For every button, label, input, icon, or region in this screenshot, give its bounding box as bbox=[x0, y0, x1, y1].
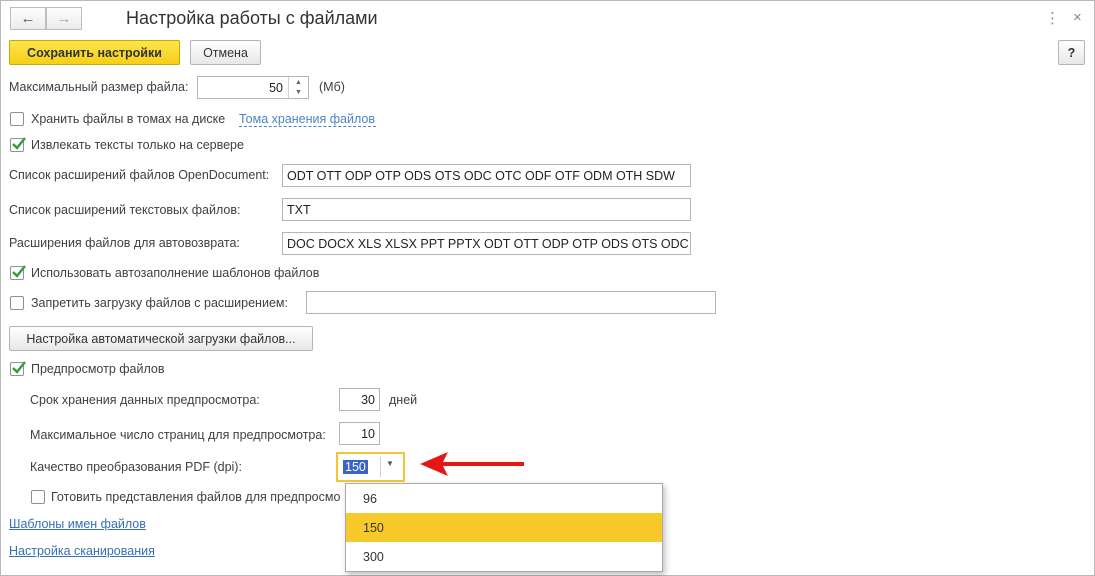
max-size-spinner[interactable]: ▲ ▼ bbox=[288, 77, 308, 98]
max-size-label: Максимальный размер файла: bbox=[9, 80, 189, 94]
cancel-button[interactable]: Отмена bbox=[190, 40, 261, 65]
volumes-link[interactable]: Тома хранения файлов bbox=[239, 112, 375, 126]
text-ext-input[interactable]: TXT bbox=[282, 198, 691, 221]
pdf-quality-select[interactable]: 150 ▼ bbox=[336, 452, 405, 482]
pdf-quality-value: 150 bbox=[343, 460, 368, 474]
extract-texts-label: Извлекать тексты только на сервере bbox=[31, 138, 244, 152]
help-button[interactable]: ? bbox=[1058, 40, 1085, 65]
max-pages-label: Максимальное число страниц для предпросм… bbox=[30, 428, 326, 442]
select-divider bbox=[380, 457, 381, 477]
opendoc-input[interactable]: ODT OTT ODP OTP ODS OTS ODC OTC ODF OTF … bbox=[282, 164, 691, 187]
prepare-label: Готовить представления файлов для предпр… bbox=[51, 490, 341, 504]
arrow-left-icon: ← bbox=[20, 10, 36, 27]
checkmark-icon bbox=[12, 137, 26, 150]
checkmark-icon bbox=[12, 361, 26, 374]
close-icon[interactable]: × bbox=[1073, 9, 1082, 26]
dropdown-option[interactable]: 300 bbox=[346, 542, 662, 571]
autoreturn-label: Расширения файлов для автовозврата: bbox=[9, 236, 240, 250]
page-title: Настройка работы с файлами bbox=[126, 8, 378, 28]
autofill-label: Использовать автозаполнение шаблонов фай… bbox=[31, 266, 320, 280]
extract-texts-checkbox[interactable] bbox=[10, 137, 26, 152]
text-ext-value: TXT bbox=[287, 202, 311, 217]
spin-up-icon[interactable]: ▲ bbox=[295, 79, 302, 86]
max-size-unit: (Мб) bbox=[319, 80, 345, 94]
autoload-settings-button[interactable]: Настройка автоматической загрузки файлов… bbox=[9, 326, 313, 351]
dropdown-option[interactable]: 96 bbox=[346, 484, 662, 513]
autofill-checkbox[interactable] bbox=[10, 265, 26, 280]
text-ext-label: Список расширений текстовых файлов: bbox=[9, 203, 241, 217]
store-in-volumes-checkbox[interactable] bbox=[10, 112, 24, 126]
chevron-down-icon[interactable]: ▼ bbox=[386, 459, 394, 468]
pdf-quality-label: Качество преобразования PDF (dpi): bbox=[30, 460, 242, 474]
dropdown-option-selected[interactable]: 150 bbox=[346, 513, 662, 542]
store-in-volumes-label: Хранить файлы в томах на диске bbox=[31, 112, 226, 126]
opendoc-label: Список расширений файлов OpenDocument: bbox=[9, 168, 270, 182]
arrow-right-icon: → bbox=[56, 10, 72, 27]
checkmark-icon bbox=[12, 265, 26, 278]
opendoc-value: ODT OTT ODP OTP ODS OTS ODC OTC ODF OTF … bbox=[287, 168, 675, 183]
templates-link[interactable]: Шаблоны имен файлов bbox=[9, 517, 146, 531]
forbid-label: Запретить загрузку файлов с расширением: bbox=[31, 296, 288, 310]
prepare-checkbox[interactable] bbox=[31, 490, 45, 504]
retention-input[interactable]: 30 bbox=[339, 388, 380, 411]
more-menu-icon[interactable]: ⋮ bbox=[1045, 9, 1060, 27]
volumes-link-underline bbox=[239, 126, 376, 127]
autoreturn-value: DOC DOCX XLS XLSX PPT PPTX ODT OTT ODP O… bbox=[287, 236, 689, 251]
spin-down-icon[interactable]: ▼ bbox=[295, 89, 302, 96]
pdf-quality-dropdown: 96 150 300 bbox=[345, 483, 663, 572]
scan-settings-link[interactable]: Настройка сканирования bbox=[9, 544, 155, 558]
save-settings-button[interactable]: Сохранить настройки bbox=[9, 40, 180, 65]
forward-button[interactable]: → bbox=[46, 7, 82, 30]
forbid-checkbox[interactable] bbox=[10, 296, 24, 310]
max-pages-value: 10 bbox=[361, 426, 375, 441]
back-button[interactable]: ← bbox=[10, 7, 46, 30]
red-arrow-icon bbox=[420, 452, 524, 476]
retention-label: Срок хранения данных предпросмотра: bbox=[30, 393, 260, 407]
max-pages-input[interactable]: 10 bbox=[339, 422, 380, 445]
forbid-input[interactable] bbox=[306, 291, 716, 314]
preview-label: Предпросмотр файлов bbox=[31, 362, 165, 376]
autoreturn-input[interactable]: DOC DOCX XLS XLSX PPT PPTX ODT OTT ODP O… bbox=[282, 232, 691, 255]
preview-checkbox[interactable] bbox=[10, 361, 26, 376]
retention-value: 30 bbox=[361, 392, 375, 407]
retention-unit: дней bbox=[389, 393, 418, 407]
max-size-value: 50 bbox=[269, 80, 283, 95]
